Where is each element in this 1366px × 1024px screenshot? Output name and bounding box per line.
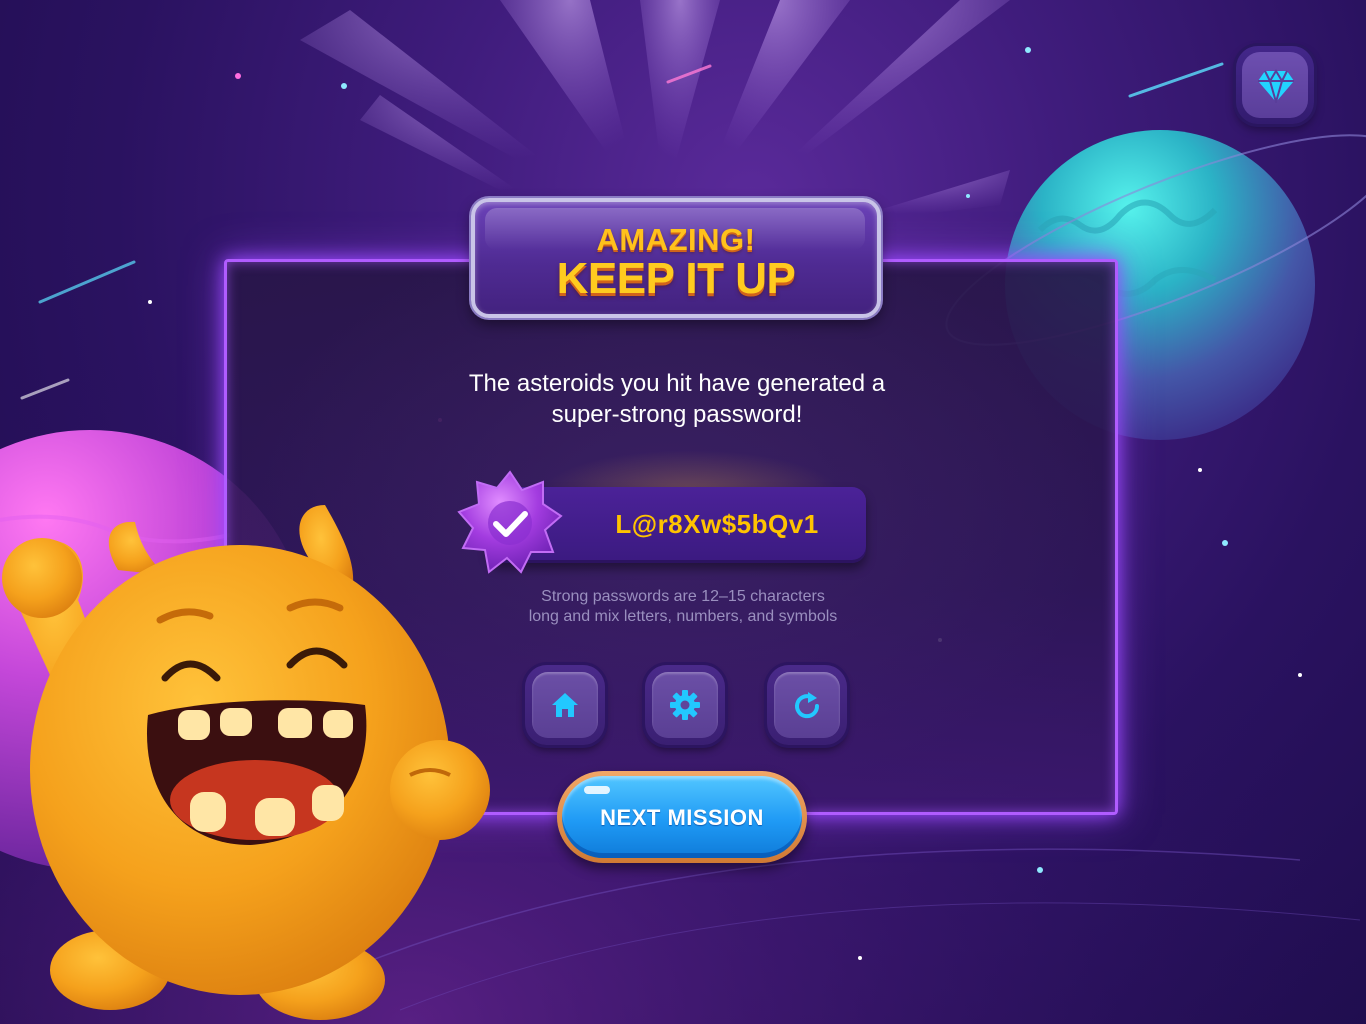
next-mission-label: NEXT MISSION [600, 805, 764, 830]
gems-button-face [1242, 52, 1308, 118]
next-mission-button[interactable]: NEXT MISSION [557, 771, 807, 863]
message-line-2: super-strong password! [551, 401, 803, 428]
title-line-2: KEEP IT UP [556, 254, 796, 303]
button-shine [584, 786, 610, 794]
monster-mascot [2, 505, 490, 1020]
diamond-icon [1258, 69, 1294, 103]
home-icon [552, 693, 578, 717]
title-banner: AMAZING! KEEP IT UP [471, 198, 881, 318]
replay-button-face [774, 672, 840, 738]
settings-button[interactable] [645, 665, 725, 745]
settings-button-face [652, 672, 718, 738]
home-button[interactable] [525, 665, 605, 745]
replay-icon [795, 692, 820, 719]
result-message: The asteroids you hit have generated a s… [400, 368, 954, 430]
gems-button[interactable] [1236, 46, 1314, 124]
home-button-face [532, 672, 598, 738]
replay-button[interactable] [767, 665, 847, 745]
password-value[interactable]: L@r8Xw$5bQv1 [568, 509, 866, 540]
message-line-1: The asteroids you hit have generated a [468, 370, 886, 397]
gear-icon [670, 690, 700, 720]
title-line-1: AMAZING! [596, 222, 756, 257]
